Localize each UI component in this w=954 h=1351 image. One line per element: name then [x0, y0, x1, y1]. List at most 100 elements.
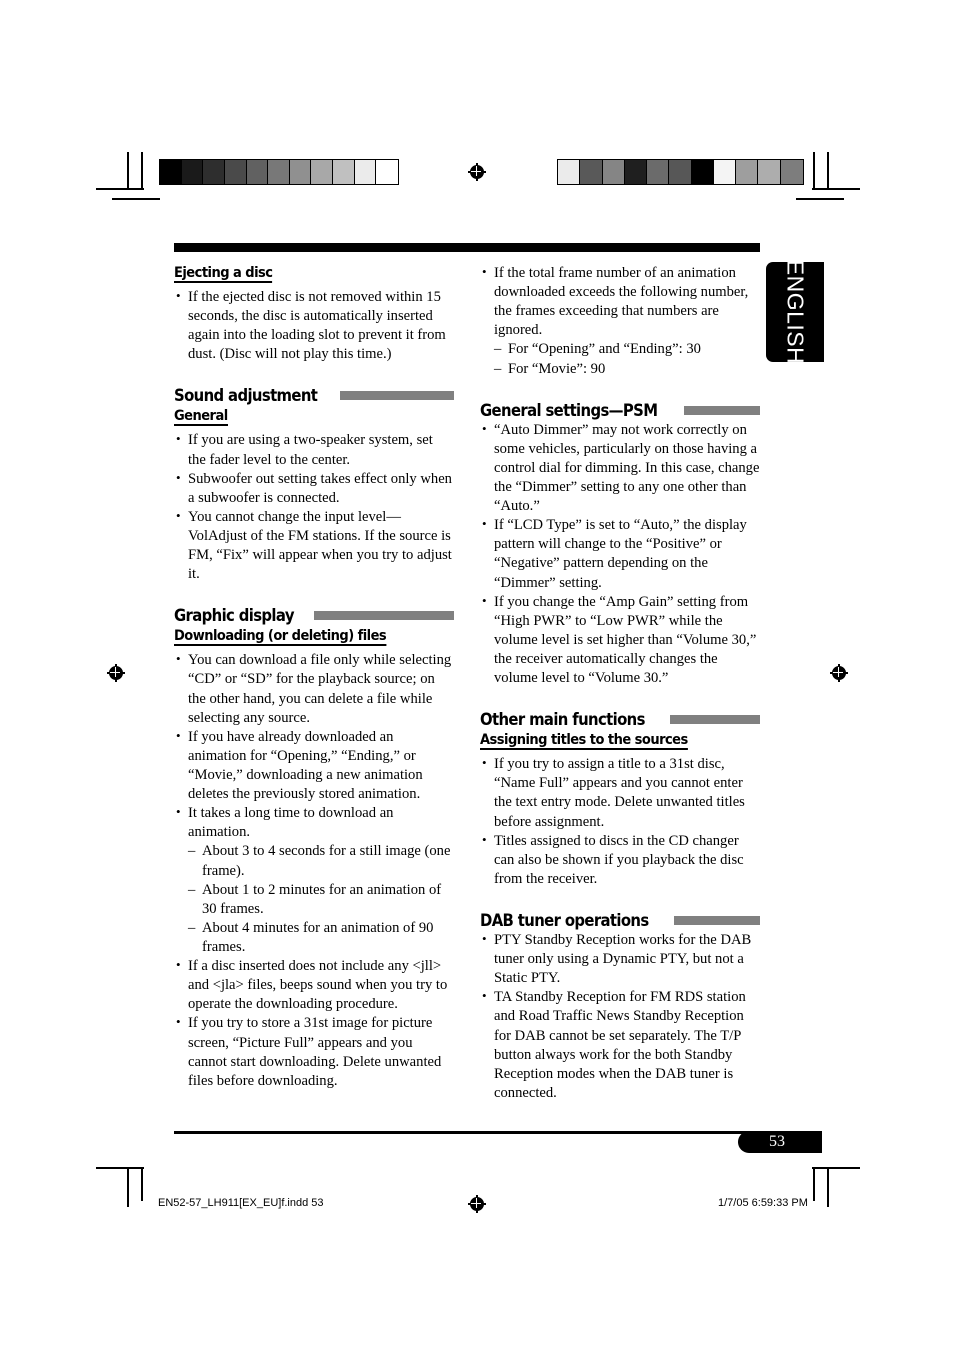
- list-item: If you try to store a 31st image for pic…: [174, 1013, 454, 1090]
- page-footer-rule-area: 53: [174, 1131, 824, 1161]
- list-item: PTY Standby Reception works for the DAB …: [480, 930, 760, 988]
- section-header-other-main-functions-label: Other main functions: [480, 710, 645, 730]
- header-rule: [174, 243, 760, 252]
- section-header-dab-tuner-operations-label: DAB tuner operations: [480, 910, 649, 930]
- grayscale-swatch: [376, 160, 398, 184]
- crop-mark-top-left-vertical-2: [141, 152, 143, 190]
- list-item: If you try to assign a title to a 31st d…: [480, 754, 760, 831]
- grayscale-swatch: [558, 160, 581, 184]
- section-header-bar: [314, 611, 454, 621]
- heading-ejecting-a-disc: Ejecting a disc: [174, 265, 273, 283]
- list-item: If the ejected disc is not removed withi…: [174, 287, 454, 364]
- list-item: If you change the “Amp Gain” setting fro…: [480, 592, 760, 689]
- section-header-general-settings-psm: General settings—PSM: [480, 401, 760, 420]
- grayscale-swatch: [289, 160, 312, 184]
- grayscale-swatch: [647, 160, 670, 184]
- grayscale-swatch: [268, 160, 290, 184]
- list-item: You can download a file only while selec…: [174, 650, 454, 727]
- dab-bullet-list: PTY Standby Reception works for the DAB …: [480, 930, 760, 1103]
- right-column: If the total frame number of an animatio…: [480, 263, 760, 1103]
- frame-number-sublist: For “Opening” and “Ending”: 30 For “Movi…: [494, 340, 760, 378]
- list-item: For “Opening” and “Ending”: 30: [494, 340, 760, 359]
- grayscale-swatch: [181, 160, 204, 184]
- list-item: “Auto Dimmer” may not work correctly on …: [480, 420, 760, 517]
- grayscale-swatch: [624, 160, 648, 184]
- crop-mark-top-right-vertical-2: [813, 152, 815, 190]
- grayscale-swatch: [758, 160, 781, 184]
- left-column: Ejecting a disc If the ejected disc is n…: [174, 264, 454, 1091]
- footer-rule: [174, 1131, 760, 1134]
- grayscale-swatch: [224, 160, 247, 184]
- section-header-dab-tuner-operations: DAB tuner operations: [480, 911, 760, 930]
- grayscale-swatch: [311, 160, 333, 184]
- section-header-general-settings-psm-label: General settings—PSM: [480, 400, 658, 420]
- list-item: Titles assigned to discs in the CD chang…: [480, 831, 760, 889]
- general-bullet-list: If you are using a two-speaker system, s…: [174, 430, 454, 584]
- section-header-bar: [670, 715, 760, 725]
- grayscale-swatch: [580, 160, 603, 184]
- list-item: TA Standby Reception for FM RDS station …: [480, 987, 760, 1103]
- assigning-titles-bullet-list: If you try to assign a title to a 31st d…: [480, 754, 760, 889]
- list-item: About 4 minutes for an animation of 90 f…: [188, 919, 454, 957]
- registration-target-top-center: [468, 163, 486, 181]
- section-header-graphic-display: Graphic display: [174, 606, 454, 625]
- downloading-bullet-list: You can download a file only while selec…: [174, 650, 454, 1091]
- two-column-layout: Ejecting a disc If the ejected disc is n…: [174, 263, 760, 1103]
- section-header-bar: [674, 915, 760, 925]
- section-header-other-main-functions: Other main functions: [480, 710, 760, 729]
- grayscale-swatch: [203, 160, 225, 184]
- section-header-bar: [340, 391, 454, 401]
- list-item: If you have already downloaded an animat…: [174, 727, 454, 804]
- grayscale-swatch: [780, 160, 803, 184]
- grayscale-swatch: [602, 160, 625, 184]
- download-time-sublist: About 3 to 4 seconds for a still image (…: [188, 842, 454, 957]
- registration-target-right-middle: [830, 664, 848, 682]
- page-number-badge: 53: [738, 1131, 822, 1153]
- print-footer-timestamp: 1/7/05 6:59:33 PM: [718, 1197, 808, 1209]
- crop-mark-top-left-horizontal-2: [112, 198, 160, 200]
- grayscale-swatch: [736, 160, 759, 184]
- list-item: About 3 to 4 seconds for a still image (…: [188, 842, 454, 880]
- crop-mark-bottom-left-horizontal: [96, 1167, 144, 1169]
- grayscale-swatch: [246, 160, 269, 184]
- crop-mark-top-right-horizontal: [812, 188, 860, 190]
- subheading-assigning-titles: Assigning titles to the sources: [480, 732, 688, 751]
- crop-mark-top-right-vertical: [827, 152, 829, 190]
- list-item: If the total frame number of an animatio…: [480, 263, 760, 379]
- grayscale-swatch: [333, 160, 355, 184]
- section-header-sound-adjustment-label: Sound adjustment: [174, 386, 318, 406]
- grayscale-swatch: [669, 160, 692, 184]
- list-item: If you are using a two-speaker system, s…: [174, 430, 454, 469]
- ejecting-bullet-list: If the ejected disc is not removed withi…: [174, 287, 454, 364]
- grayscale-calibration-bar-right: [557, 159, 804, 185]
- grayscale-calibration-bar-left: [159, 159, 399, 185]
- list-item: If a disc inserted does not include any …: [174, 956, 454, 1014]
- list-item: For “Movie”: 90: [494, 360, 760, 379]
- psm-bullet-list: “Auto Dimmer” may not work correctly on …: [480, 420, 760, 689]
- grayscale-swatch: [713, 160, 737, 184]
- section-header-bar: [684, 405, 760, 415]
- download-time-lead: It takes a long time to download an anim…: [188, 805, 394, 841]
- frame-number-bullet-list: If the total frame number of an animatio…: [480, 263, 760, 379]
- crop-mark-top-left-horizontal: [96, 188, 144, 190]
- section-header-graphic-display-label: Graphic display: [174, 606, 295, 626]
- frame-bullet-lead: If the total frame number of an animatio…: [494, 265, 749, 339]
- section-header-sound-adjustment: Sound adjustment: [174, 386, 454, 405]
- language-tab-label: ENGLISH: [782, 259, 809, 365]
- grayscale-swatch: [691, 160, 714, 184]
- page-content: Ejecting a disc If the ejected disc is n…: [174, 243, 760, 1103]
- list-item: Subwoofer out setting takes effect only …: [174, 469, 454, 508]
- subheading-general: General: [174, 408, 228, 427]
- crop-mark-top-left-vertical: [127, 152, 129, 190]
- crop-mark-bottom-right-horizontal: [812, 1167, 860, 1169]
- print-footer: EN52-57_LH911[EX_EU]f.indd 53 1/7/05 6:5…: [0, 1195, 954, 1217]
- print-footer-filename: EN52-57_LH911[EX_EU]f.indd 53: [158, 1197, 324, 1209]
- list-item: You cannot change the input level—VolAdj…: [174, 507, 454, 584]
- grayscale-swatch: [160, 160, 182, 184]
- registration-target-left-middle: [107, 664, 125, 682]
- list-item: If “LCD Type” is set to “Auto,” the disp…: [480, 515, 760, 592]
- list-item: It takes a long time to download an anim…: [174, 803, 454, 957]
- grayscale-swatch: [354, 160, 377, 184]
- subheading-downloading-files: Downloading (or deleting) files: [174, 628, 387, 647]
- crop-mark-top-right-horizontal-2: [796, 198, 844, 200]
